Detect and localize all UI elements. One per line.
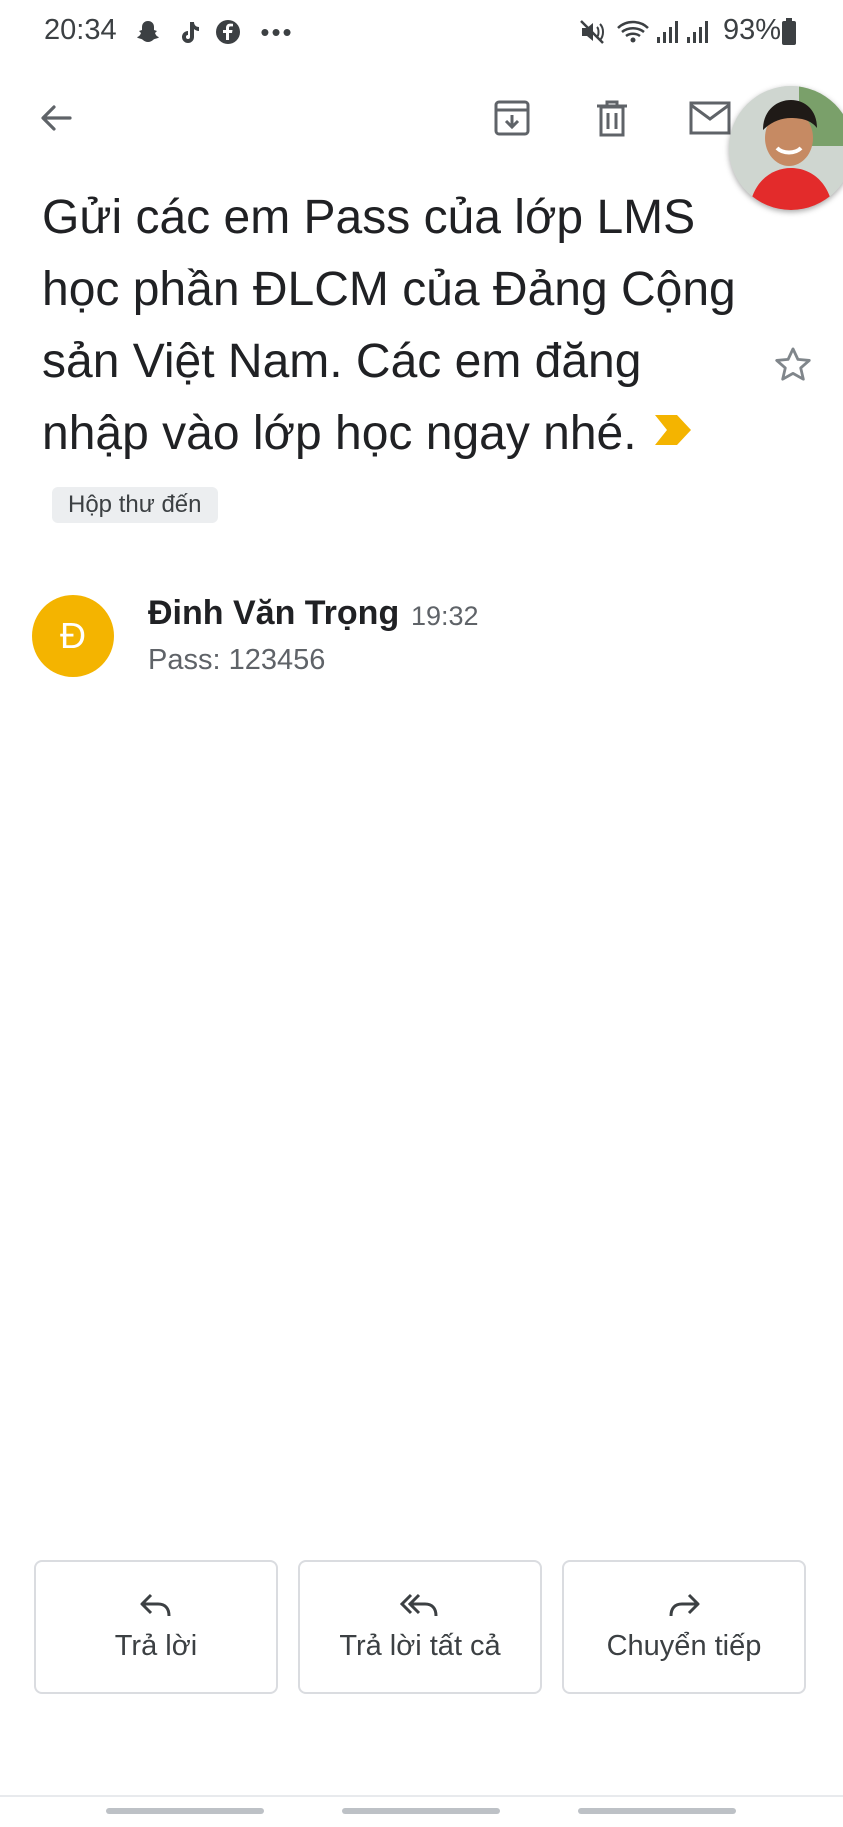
subject-text: Gửi các em Pass của lớp LMS học phần ĐLC…: [42, 191, 736, 460]
signal-icon-2: [684, 18, 710, 46]
facebook-icon: [214, 18, 242, 46]
back-arrow-icon: [38, 100, 74, 141]
reply-button[interactable]: Trả lời: [34, 1560, 278, 1694]
tiktok-icon: [176, 18, 202, 46]
forward-button[interactable]: Chuyển tiếp: [562, 1560, 806, 1694]
reply-icon: [139, 1591, 173, 1624]
forward-label: Chuyển tiếp: [606, 1630, 762, 1662]
forward-icon: [667, 1591, 701, 1624]
email-subject: Gửi các em Pass của lớp LMS học phần ĐLC…: [42, 182, 742, 544]
status-bar: 20:34 ••• 93%: [0, 0, 843, 70]
mute-icon: [578, 18, 608, 46]
star-icon: [772, 344, 814, 391]
wifi-icon: [616, 18, 650, 46]
message-snippet[interactable]: Pass: 123456: [148, 644, 325, 677]
archive-icon: [492, 98, 532, 143]
archive-button[interactable]: [480, 88, 544, 152]
nav-home-button[interactable]: [342, 1808, 500, 1814]
more-dots-icon: •••: [260, 16, 294, 47]
reply-all-icon: [399, 1591, 440, 1624]
star-button[interactable]: [768, 342, 818, 392]
account-avatar[interactable]: [729, 86, 843, 210]
snapchat-like-icon: [134, 18, 162, 46]
message-time: 19:32: [411, 601, 479, 631]
battery-percentage: 93%: [722, 14, 781, 46]
reply-all-button[interactable]: Trả lời tất cả: [298, 1560, 542, 1694]
reply-all-label: Trả lời tất cả: [339, 1630, 501, 1662]
sender-name[interactable]: Đinh Văn Trọng: [148, 594, 399, 633]
nav-divider: [0, 1795, 843, 1797]
back-button[interactable]: [24, 88, 88, 152]
sender-avatar[interactable]: Đ: [32, 595, 114, 677]
delete-button[interactable]: [580, 88, 644, 152]
battery-icon: [780, 18, 798, 46]
label-chip[interactable]: Hộp thư đến: [52, 486, 218, 523]
status-time: 20:34: [44, 14, 117, 46]
nav-recents-button[interactable]: [106, 1808, 264, 1814]
trash-icon: [594, 98, 630, 143]
signal-icon: [654, 18, 680, 46]
mail-icon: [689, 101, 731, 140]
nav-back-button[interactable]: [578, 1808, 736, 1814]
importance-marker-icon[interactable]: [654, 394, 691, 466]
reply-label: Trả lời: [114, 1630, 198, 1662]
